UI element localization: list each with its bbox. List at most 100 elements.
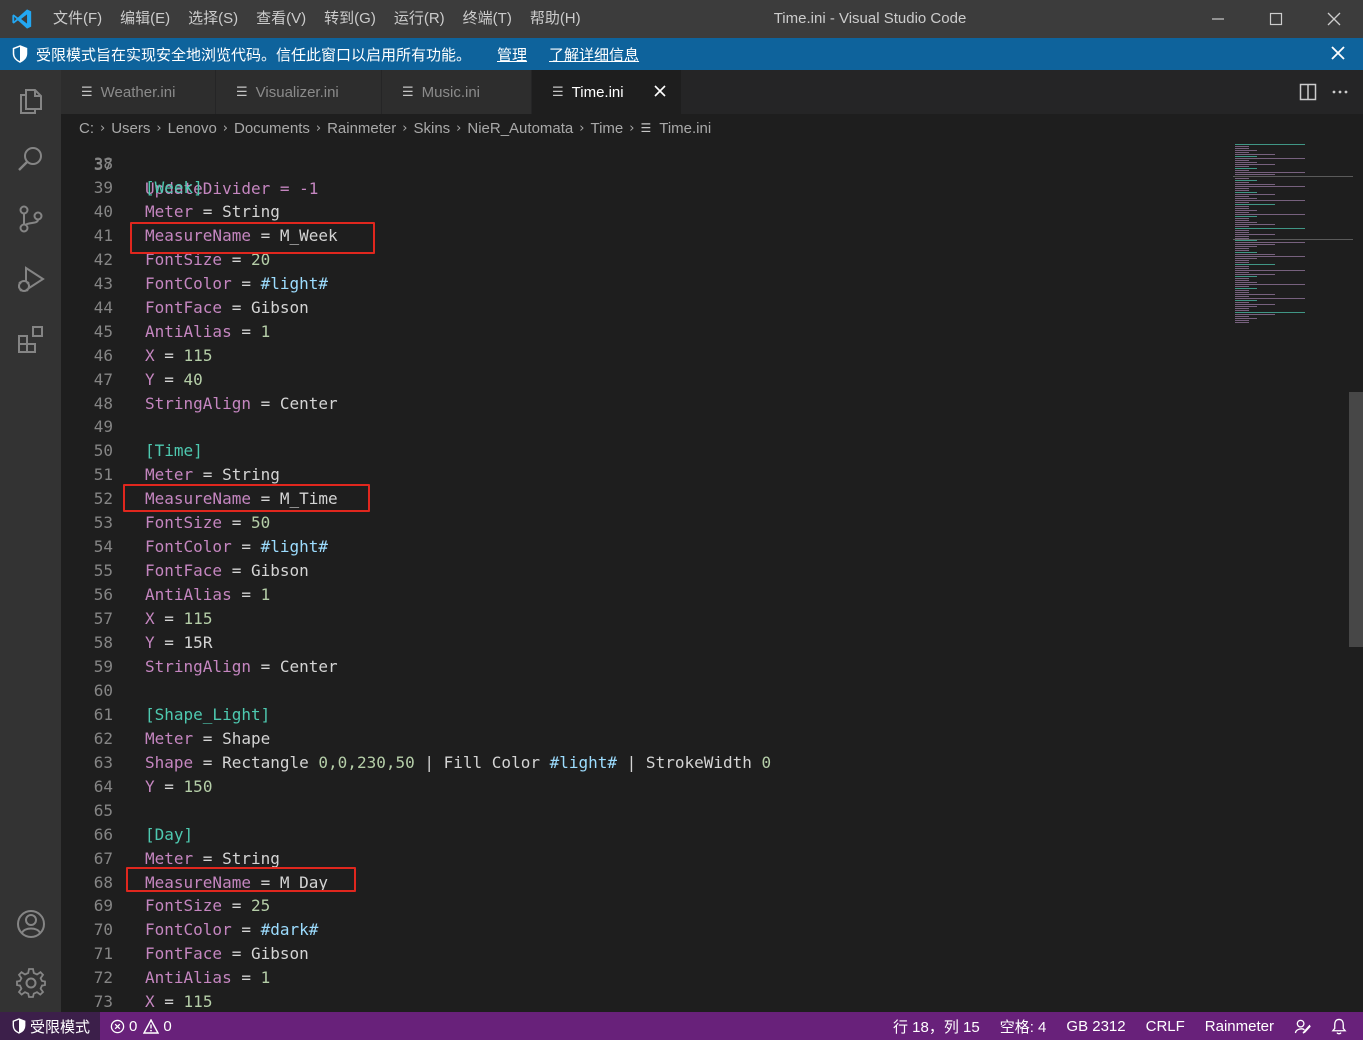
source-control-button[interactable] — [0, 191, 61, 247]
minimap-line — [1235, 220, 1249, 221]
menu-item[interactable]: 编辑(E) — [111, 0, 179, 38]
code-text: AntiAlias = 1 — [145, 321, 271, 341]
menu-item[interactable]: 终端(T) — [454, 0, 521, 38]
minimap-line — [1235, 258, 1257, 259]
tab-music-ini[interactable]: ☰ Music.ini — [382, 70, 532, 114]
chevron-right-icon: › — [100, 120, 106, 136]
minimap-line — [1235, 148, 1249, 149]
minimap-slider-edge — [1233, 239, 1353, 240]
line-number: 41 — [93, 225, 113, 245]
vscode-logo-icon[interactable] — [0, 0, 44, 38]
code-text: AntiAlias = 1 — [145, 585, 271, 605]
line-number: 43 — [93, 273, 113, 293]
tab-time-ini[interactable]: ☰ Time.ini — [532, 70, 682, 114]
minimap-line — [1235, 242, 1305, 243]
code-line: 59 StringAlign = Center — [61, 655, 1221, 679]
code-line: 66 [Day] — [61, 823, 1221, 847]
cursor-position[interactable]: 行 18，列 15 — [883, 1016, 990, 1037]
tab-weather-ini[interactable]: ☰ Weather.ini — [61, 70, 216, 114]
code-line: 38 — [61, 152, 1221, 176]
code-line: 45 AntiAlias = 1 — [61, 320, 1221, 344]
minimap-line — [1235, 310, 1249, 311]
breadcrumb-item[interactable]: Users — [111, 120, 150, 137]
code-line: 40 Meter = String — [61, 200, 1221, 224]
line-number: 53 — [93, 513, 113, 533]
minimap-line — [1235, 208, 1249, 209]
breadcrumb-item[interactable]: NieR_Automata — [467, 120, 573, 137]
run-debug-button[interactable] — [0, 251, 61, 307]
minimap-line — [1235, 194, 1275, 195]
minimap-line — [1235, 298, 1305, 299]
minimap[interactable] — [1233, 142, 1353, 342]
editor[interactable]: 37 UpdateDivider = -1 38 39 [Week] 40 Meter … — [61, 142, 1363, 1012]
minimap-line — [1235, 296, 1249, 297]
split-editor-button[interactable] — [1299, 83, 1317, 101]
code-text: StringAlign = Center — [145, 393, 338, 413]
banner-message: 受限模式旨在实现安全地浏览代码。信任此窗口以启用所有功能。 — [36, 46, 472, 64]
breadcrumb-item[interactable]: Lenovo — [168, 120, 217, 137]
code-line: 71 FontFace = Gibson — [61, 942, 1221, 966]
line-number: 71 — [93, 944, 113, 964]
tab-visualizer-ini[interactable]: ☰ Visualizer.ini — [216, 70, 382, 114]
breadcrumb-item[interactable]: Skins — [413, 120, 450, 137]
menu-item[interactable]: 查看(V) — [247, 0, 315, 38]
minimap-line — [1235, 172, 1305, 173]
minimap-line — [1235, 238, 1249, 239]
notifications-button[interactable] — [1321, 1018, 1363, 1035]
chevron-right-icon: › — [315, 120, 322, 136]
menu-item[interactable]: 选择(S) — [179, 0, 247, 38]
maximize-button[interactable] — [1247, 0, 1305, 38]
more-actions-button[interactable] — [1331, 83, 1349, 101]
feedback-button[interactable] — [1284, 1018, 1321, 1035]
close-icon — [1331, 46, 1345, 60]
end-of-line[interactable]: CRLF — [1136, 1018, 1195, 1035]
minimap-line — [1235, 250, 1249, 251]
line-number: 60 — [93, 680, 113, 700]
file-lines-icon: ☰ — [236, 84, 248, 100]
minimap-line — [1235, 184, 1275, 185]
explorer-button[interactable] — [0, 73, 61, 129]
minimap-line — [1235, 168, 1257, 169]
code-line: 44 FontFace = Gibson — [61, 296, 1221, 320]
problems-indicator[interactable]: 0 0 — [100, 1018, 182, 1035]
scrollbar-thumb[interactable] — [1349, 392, 1363, 647]
encoding[interactable]: GB 2312 — [1056, 1018, 1135, 1035]
minimap-line — [1235, 156, 1257, 157]
extensions-button[interactable] — [0, 311, 61, 367]
menu-bar: 文件(F) 编辑(E) 选择(S) 查看(V) 转到(G) 运行(R) 终端(T) 帮助(H) — [44, 0, 590, 38]
menu-item[interactable]: 转到(G) — [315, 0, 385, 38]
chevron-right-icon: › — [156, 120, 162, 136]
manage-link[interactable]: 管理 — [497, 44, 527, 65]
minimap-line — [1235, 240, 1257, 241]
accounts-button[interactable] — [0, 896, 61, 952]
restricted-mode-indicator[interactable]: 受限模式 — [0, 1012, 101, 1040]
breadcrumb-item[interactable]: Documents — [234, 120, 310, 137]
manage-button[interactable] — [0, 955, 61, 1011]
breadcrumb-item[interactable]: Time — [590, 120, 623, 137]
minimize-button[interactable] — [1189, 0, 1247, 38]
code-text: Meter = Shape — [145, 728, 271, 748]
minimap-line — [1235, 280, 1249, 281]
code-line: 72 AntiAlias = 1 — [61, 966, 1221, 990]
close-window-button[interactable] — [1305, 0, 1363, 38]
tab-close-button[interactable] — [651, 82, 669, 100]
menu-item[interactable]: 运行(R) — [385, 0, 454, 38]
breadcrumb-item[interactable]: Time.ini — [659, 120, 711, 137]
language-mode[interactable]: Rainmeter — [1195, 1018, 1284, 1035]
status-bar-right: 行 18，列 15 空格: 4 GB 2312 CRLF Rainmeter — [883, 1012, 1363, 1040]
line-number: 47 — [93, 369, 113, 389]
annotation-box-time — [123, 484, 370, 512]
banner-close-button[interactable] — [1329, 44, 1347, 62]
menu-item[interactable]: 文件(F) — [44, 0, 111, 38]
line-number: 56 — [93, 585, 113, 605]
vertical-scrollbar[interactable] — [1349, 142, 1363, 1012]
shield-icon — [12, 45, 28, 63]
title-bar: 文件(F) 编辑(E) 选择(S) 查看(V) 转到(G) 运行(R) 终端(T) 帮助(H)… — [0, 0, 1363, 38]
search-view-button[interactable] — [0, 131, 61, 187]
breadcrumb-item[interactable]: Rainmeter — [327, 120, 396, 137]
learn-more-link[interactable]: 了解详细信息 — [549, 44, 639, 65]
menu-item[interactable]: 帮助(H) — [521, 0, 590, 38]
error-icon — [110, 1019, 125, 1033]
breadcrumb-item[interactable]: C: — [79, 120, 94, 137]
indentation[interactable]: 空格: 4 — [990, 1016, 1057, 1037]
